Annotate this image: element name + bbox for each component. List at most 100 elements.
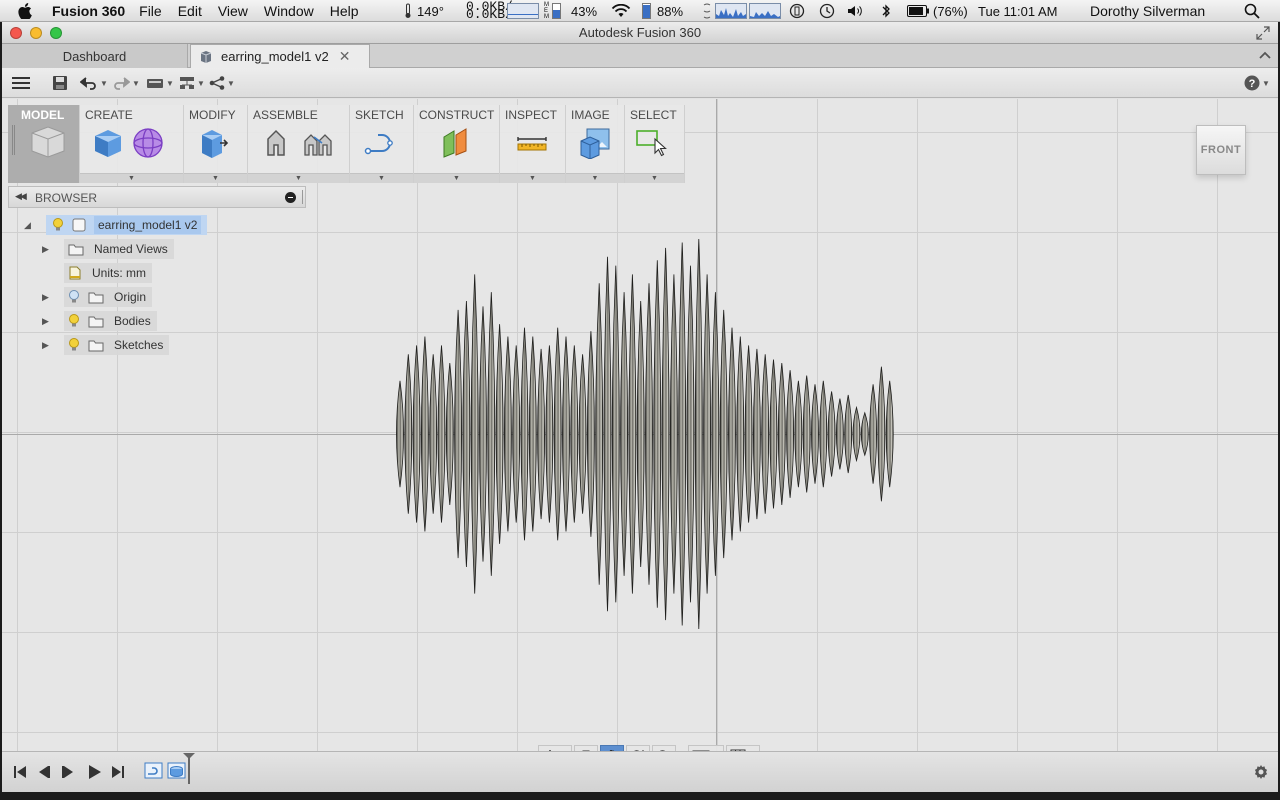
toolbar-sketch[interactable]: SKETCH ▼ [350,105,414,183]
waveform-slice[interactable] [827,391,836,477]
battery-meter[interactable]: 88% [642,0,683,22]
waveform-slice[interactable] [445,363,454,505]
waveform-slice[interactable] [462,301,471,567]
bluetooth-icon[interactable] [881,0,891,22]
browser-resize-handle[interactable] [302,190,304,204]
timeline-sketch-feature-icon[interactable] [144,761,164,781]
waveform-slice[interactable] [728,327,736,541]
inspect-dropdown-icon[interactable]: ▼ [500,173,565,183]
temperature-status[interactable]: 149° [404,0,444,22]
waveform-slice[interactable] [512,345,521,523]
render-image-icon[interactable] [579,127,611,159]
waveform-slice[interactable] [396,380,404,488]
waveform-slice[interactable] [429,354,438,514]
toolbar-modify[interactable]: MODIFY ▼ [184,105,248,183]
toolbar-construct[interactable]: CONSTRUCT ▼ [414,105,500,183]
waveform-slice[interactable] [454,309,463,559]
construct-dropdown-icon[interactable]: ▼ [414,173,499,183]
measure-icon[interactable] [516,127,548,159]
menu-view[interactable]: View [218,3,248,19]
toolbar-select[interactable]: SELECT ▼ [625,105,685,183]
chevron-up-icon[interactable] [1258,48,1272,62]
viewcube[interactable]: FRONT [1196,125,1246,175]
workspace-switcher[interactable]: MODEL [8,105,80,183]
waveform-slice[interactable] [661,247,670,621]
waveform-slice[interactable] [495,324,504,544]
browser-item-named-views[interactable]: ▶ Named Views [42,239,174,259]
menu-help[interactable]: Help [330,3,359,19]
visibility-bulb-icon[interactable] [68,338,80,352]
help-button[interactable]: ? ▼ [1244,74,1270,92]
share-dropdown-icon[interactable]: ▼ [227,79,235,88]
user-name[interactable]: Dorothy Silverman [1090,0,1205,22]
waveform-slice[interactable] [877,366,886,502]
network-graph[interactable] [507,0,539,22]
waveform-slice[interactable] [537,348,546,520]
waveform-slice[interactable] [603,256,612,612]
menu-edit[interactable]: Edit [178,3,202,19]
toolbar-create[interactable]: CREATE ▼ [80,105,184,183]
memory-status[interactable]: MEM [544,0,561,22]
waveform-slice[interactable] [736,336,745,532]
browser-item-bodies[interactable]: ▶ Bodies [42,311,157,331]
expand-arrow-icon[interactable]: ▶ [42,340,52,350]
waveform-slice[interactable] [620,292,629,576]
create-dropdown-icon[interactable]: ▼ [80,173,183,183]
waveform-slice[interactable] [811,384,819,484]
earring-waveform-model[interactable] [392,219,912,649]
waveform-slice[interactable] [553,327,562,541]
visibility-bulb-icon[interactable] [52,218,64,232]
image-dropdown-icon[interactable]: ▼ [566,173,624,183]
waveform-slice[interactable] [503,336,512,532]
viewcube-front-face[interactable]: FRONT [1201,144,1241,156]
offset-plane-icon[interactable] [440,127,472,159]
timeline-settings-gear-icon[interactable] [1253,764,1269,780]
undo-button[interactable]: ▼ [80,74,108,92]
wifi-icon[interactable] [611,0,631,22]
select-window-icon[interactable] [635,127,667,159]
play-icon[interactable] [86,764,102,780]
waveform-slice[interactable] [487,292,496,576]
help-dropdown-icon[interactable]: ▼ [1262,79,1270,88]
waveform-slice[interactable] [719,309,728,559]
press-pull-icon[interactable] [198,127,230,159]
waveform-slice[interactable] [545,345,554,523]
hierarchy-button[interactable]: ▼ [179,74,205,92]
browser-panel-header[interactable]: ◀◀ BROWSER [8,186,306,208]
minimize-browser-icon[interactable] [285,192,296,203]
assemble-dropdown-icon[interactable]: ▼ [248,173,349,183]
tab-earring-model[interactable]: earring_model1 v2 ✕ [190,44,370,68]
save-icon[interactable] [52,74,68,92]
waveform-slice[interactable] [570,345,579,523]
hierarchy-dropdown-icon[interactable]: ▼ [197,79,205,88]
menu-window[interactable]: Window [264,3,314,19]
battery-status[interactable]: (76%) [907,0,968,22]
waveform-slice[interactable] [769,359,778,509]
collapse-arrow-icon[interactable]: ◢ [24,220,34,230]
cpu-status[interactable]: 43% [571,0,597,22]
tab-dashboard[interactable]: Dashboard [2,44,188,68]
waveform-slice[interactable] [860,411,869,457]
waveform-slice[interactable] [479,306,487,562]
redo-dropdown-icon[interactable]: ▼ [132,79,140,88]
toolbar-assemble[interactable]: ASSEMBLE ▼ [248,105,350,183]
waveform-slice[interactable] [470,274,479,594]
collapse-browser-icon[interactable]: ◀◀ [15,191,27,202]
waveform-slice[interactable] [420,336,429,532]
menu-file[interactable]: File [139,3,162,19]
waveform-slice[interactable] [752,348,761,520]
waveform-slice[interactable] [844,394,853,474]
browser-item-units[interactable]: Units: mm [42,263,152,283]
tab-close-icon[interactable]: ✕ [339,48,351,65]
job-status-dropdown-icon[interactable]: ▼ [166,79,174,88]
visibility-bulb-icon[interactable] [68,314,80,328]
waveform-slice[interactable] [852,405,861,463]
sensor-icon[interactable] [789,0,805,22]
waveform-slice[interactable] [653,260,662,608]
waveform-slice[interactable] [885,380,894,488]
waveform-slice[interactable] [412,345,421,523]
waveform-slice[interactable] [404,354,413,514]
expand-arrow-icon[interactable]: ▶ [42,292,52,302]
toolbar-grip[interactable] [12,125,15,155]
browser-root-node[interactable]: ◢ earring_model1 v2 [24,215,208,235]
